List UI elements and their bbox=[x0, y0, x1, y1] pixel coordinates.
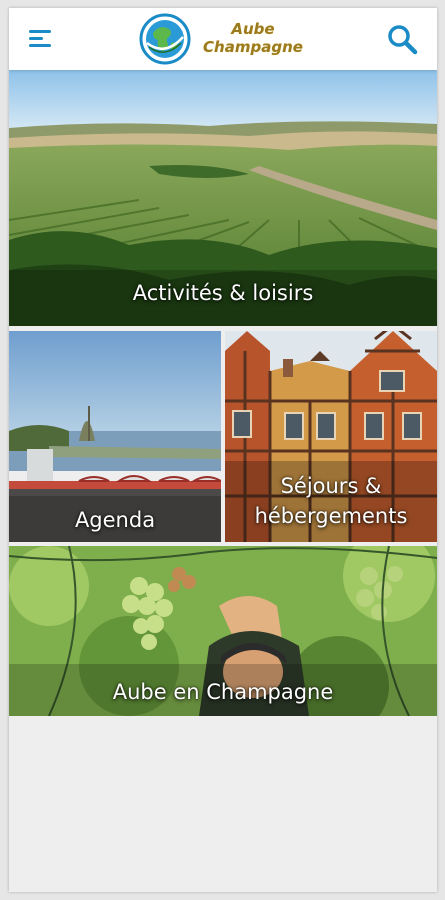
tile-label-activites: Activités & loisirs bbox=[132, 281, 314, 305]
tile-aube-en-champagne[interactable]: Aube en Champagne bbox=[9, 546, 437, 716]
tile-label-sejours: Séjours & hébergements bbox=[254, 474, 408, 528]
globe-logo-icon bbox=[139, 13, 191, 65]
hamburger-menu-icon[interactable] bbox=[26, 24, 58, 56]
tile-agenda[interactable]: Agenda bbox=[9, 331, 221, 542]
app-header: Aube Champagne bbox=[9, 8, 437, 70]
search-icon[interactable] bbox=[385, 22, 419, 56]
app-frame: Aube Champagne Activités & loisirs Agend… bbox=[9, 8, 437, 892]
app-logo[interactable]: Aube Champagne bbox=[139, 13, 329, 65]
tile-label-agenda: Agenda bbox=[74, 508, 156, 532]
tile-sejours-hebergements[interactable]: Séjours & hébergements bbox=[225, 331, 437, 542]
logo-line-2: Champagne bbox=[203, 38, 303, 56]
logo-text: Aube Champagne bbox=[187, 20, 319, 56]
logo-line-1: Aube bbox=[231, 20, 275, 38]
tile-label-aube: Aube en Champagne bbox=[112, 680, 334, 704]
tile-activites-loisirs[interactable]: Activités & loisirs bbox=[9, 70, 437, 326]
